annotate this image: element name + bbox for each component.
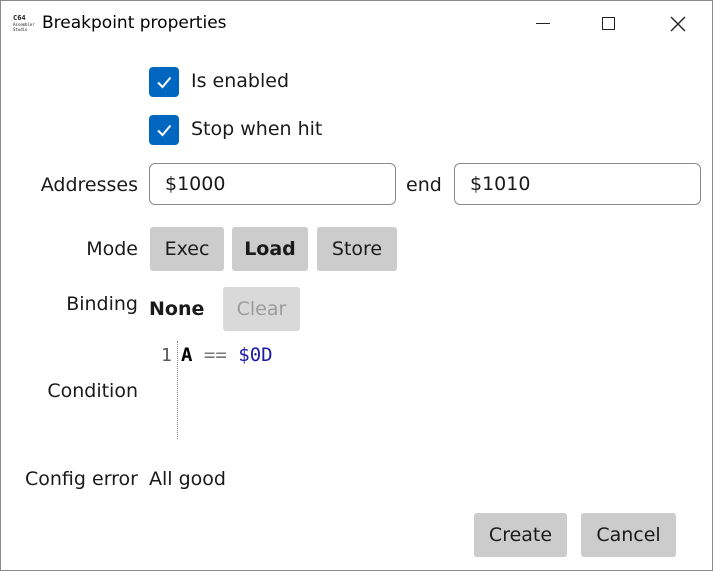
window-title: Breakpoint properties [42,13,227,33]
binding-label: Binding [66,293,138,315]
minimize-button[interactable] [520,1,566,46]
addresses-label: Addresses [40,174,138,196]
is-enabled-label[interactable]: Is enabled [191,70,289,92]
maximize-button[interactable] [585,1,631,46]
maximize-icon [601,17,615,30]
mode-exec-button[interactable]: Exec [150,227,224,271]
is-enabled-checkbox[interactable] [149,67,179,97]
binding-value: None [149,298,205,320]
condition-label: Condition [47,380,138,402]
cancel-button[interactable]: Cancel [581,513,676,557]
address-end-label: end [406,174,442,196]
config-error-label: Config error [25,468,138,490]
address-end-input[interactable]: $1010 [454,163,701,205]
config-error-value: All good [149,468,226,490]
minimize-icon [536,22,550,25]
clear-binding-button[interactable]: Clear [223,287,300,331]
condition-code[interactable]: A == $0D [181,344,273,366]
mode-store-button[interactable]: Store [317,227,397,271]
mode-load-button[interactable]: Load [232,227,308,271]
condition-editor[interactable]: 1 A == $0D [149,341,689,439]
c64-studio-app-icon: C64 Assembler Studio [13,14,35,33]
line-number: 1 [161,345,172,366]
title-bar[interactable]: C64 Assembler Studio Breakpoint properti… [1,1,712,46]
breakpoint-properties-dialog: C64 Assembler Studio Breakpoint properti… [0,0,713,571]
create-button[interactable]: Create [474,513,567,557]
stop-when-hit-label[interactable]: Stop when hit [191,118,322,140]
operator-token: == [203,344,227,366]
close-icon [670,16,686,31]
checkmark-icon [157,124,172,137]
checkmark-icon [157,76,172,89]
stop-when-hit-checkbox[interactable] [149,115,179,145]
value-token: $0D [238,344,273,366]
gutter-separator [177,341,178,439]
address-start-input[interactable]: $1000 [149,163,396,205]
close-button[interactable] [655,1,701,46]
register-token: A [181,344,193,366]
mode-label: Mode [86,238,138,260]
